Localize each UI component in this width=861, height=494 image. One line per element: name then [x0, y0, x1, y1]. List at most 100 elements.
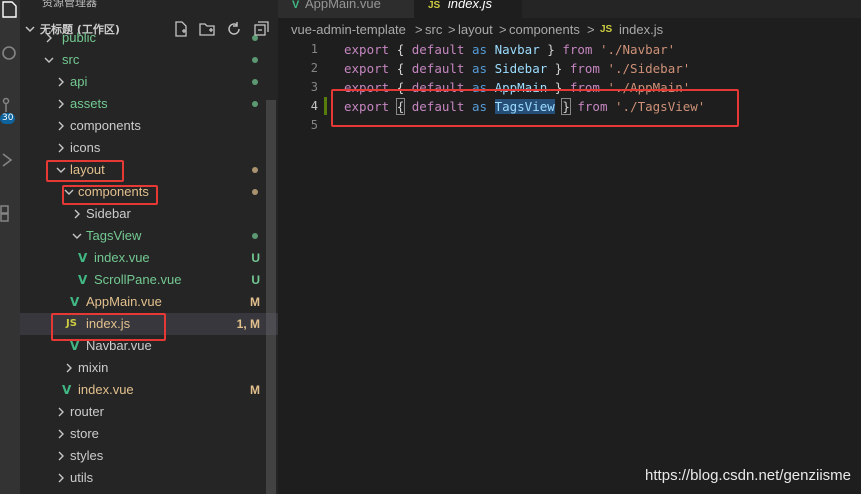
tree-item-label: utils: [70, 470, 94, 485]
chevron-down-icon: [64, 189, 74, 195]
tree-file-appmain-vue[interactable]: V AppMain.vue M: [20, 291, 278, 313]
chevron-right-icon: [74, 209, 80, 219]
tree-folder-layout[interactable]: layout: [20, 159, 278, 181]
tree-item-label: layout: [70, 162, 105, 177]
tree-item-label: index.vue: [94, 250, 150, 265]
breadcrumb-item[interactable]: layout: [458, 22, 493, 37]
tree-folder-store[interactable]: store: [20, 423, 278, 445]
git-status-dot: [252, 79, 258, 85]
tree-item-label: ScrollPane.vue: [94, 272, 182, 287]
chevron-right-icon: [58, 451, 64, 461]
source-control-badge: 30: [0, 113, 16, 124]
code-line[interactable]: export { default as AppMain } from './Ap…: [344, 80, 690, 95]
breadcrumb-item[interactable]: vue-admin-template: [291, 22, 406, 37]
vue-file-icon: V: [78, 273, 88, 287]
tree-folder-tagsview[interactable]: TagsView: [20, 225, 278, 247]
breadcrumb-item[interactable]: components: [509, 22, 580, 37]
tree-file-index-js[interactable]: JS index.js 1, M: [20, 313, 278, 335]
breadcrumb-separator: >: [415, 22, 423, 37]
tree-item-label: components: [78, 184, 149, 199]
modified-line-marker: [324, 97, 327, 115]
git-status-badge: U: [251, 251, 260, 265]
chevron-right-icon: [58, 143, 64, 153]
js-file-icon: JS: [428, 0, 441, 11]
git-status-dot: [252, 233, 258, 239]
chevron-right-icon: [58, 407, 64, 417]
vue-file-icon: V: [62, 383, 72, 397]
tree-folder-src[interactable]: src: [20, 49, 278, 71]
line-number: 1: [310, 42, 318, 56]
line-number: 2: [310, 61, 318, 75]
search-icon[interactable]: [0, 44, 20, 66]
git-status-dot: [252, 101, 258, 107]
chevron-right-icon: [58, 429, 64, 439]
tree-folder-components[interactable]: components: [20, 181, 278, 203]
tree-item-label: api: [70, 74, 88, 89]
tree-folder-styles[interactable]: styles: [20, 445, 278, 467]
chevron-down-icon: [56, 167, 66, 173]
git-status-badge: 1, M: [236, 317, 260, 331]
vue-file-icon: V: [292, 0, 300, 11]
tree-folder-public[interactable]: public: [20, 27, 278, 49]
run-debug-icon[interactable]: [0, 150, 20, 172]
tree-folder-icons[interactable]: icons: [20, 137, 278, 159]
explorer-title: 资源管理器: [42, 0, 97, 9]
editor-tabs: V AppMain.vue JS index.js: [278, 0, 861, 18]
tab-label: index.js: [447, 0, 492, 11]
tree-item-label: icons: [70, 140, 101, 155]
vue-file-icon: V: [70, 295, 80, 309]
tree-item-label: AppMain.vue: [86, 294, 162, 309]
tab-label: AppMain.vue: [304, 0, 381, 11]
code-editor[interactable]: 1 2 3 4 5 export { default as Navbar } from …: [278, 42, 861, 494]
chevron-right-icon: [58, 99, 64, 109]
chevron-right-icon: [46, 33, 52, 43]
tab-index-js[interactable]: JS index.js: [414, 0, 522, 18]
tree-item-label: TagsView: [86, 228, 142, 243]
tree-item-label: styles: [70, 448, 104, 463]
git-status-badge: U: [251, 273, 260, 287]
chevron-right-icon: [58, 121, 64, 131]
breadcrumb-file[interactable]: index.js: [619, 22, 663, 37]
vue-file-icon: V: [70, 339, 80, 353]
chevron-right-icon: [66, 363, 72, 373]
tree-folder-mixin[interactable]: mixin: [20, 357, 278, 379]
tree-file-index-vue[interactable]: Vindex.vue M: [20, 379, 278, 401]
git-status-badge: M: [250, 295, 260, 309]
code-line[interactable]: export { default as Sidebar } from './Si…: [344, 61, 690, 76]
chevron-down-icon: [44, 57, 54, 63]
tree-folder-utils[interactable]: utils: [20, 467, 278, 489]
tree-item-label: store: [70, 426, 99, 441]
activity-bar: 30: [0, 0, 20, 494]
git-status-dot: [252, 35, 258, 41]
breadcrumb-item[interactable]: src: [425, 22, 442, 37]
chevron-down-icon: [72, 233, 82, 239]
git-status-dot: [252, 167, 258, 173]
tree-folder-api[interactable]: api: [20, 71, 278, 93]
tree-item-label: components: [70, 118, 141, 133]
tree-item-label: router: [70, 404, 104, 419]
tree-folder-router[interactable]: router: [20, 401, 278, 423]
tree-item-label: index.vue: [78, 382, 134, 397]
tree-folder-assets[interactable]: assets: [20, 93, 278, 115]
explorer-sidebar: 资源管理器 无标题 (工作区) public src api assets compon…: [20, 0, 278, 494]
tree-item-label: Sidebar: [86, 206, 131, 221]
tree-item-label: mixin: [78, 360, 109, 375]
breadcrumb-separator: >: [448, 22, 456, 37]
tree-folder-components[interactable]: components: [20, 115, 278, 137]
line-number: 5: [310, 118, 318, 132]
tree-file-index-vue[interactable]: Vindex.vue U: [20, 247, 278, 269]
tree-file-scrollpane-vue[interactable]: V ScrollPane.vue U: [20, 269, 278, 291]
tree-item-label: Navbar.vue: [86, 338, 152, 353]
code-line[interactable]: export { default as Navbar } from './Nav…: [344, 42, 675, 57]
sidebar-scrollbar[interactable]: [266, 100, 276, 494]
tree-folder-sidebar[interactable]: Sidebar: [20, 203, 278, 225]
explorer-icon[interactable]: [0, 0, 20, 22]
tree-item-label: index.js: [86, 316, 131, 331]
tree-file-navbar-vue[interactable]: V Navbar.vue: [20, 335, 278, 357]
extensions-icon[interactable]: [0, 202, 20, 224]
code-line[interactable]: export { default as TagsView } from './T…: [344, 98, 705, 115]
git-status-dot: [252, 189, 258, 195]
js-file-icon: JS: [600, 24, 613, 35]
tab-appmain-vue[interactable]: V AppMain.vue: [278, 0, 414, 18]
watermark: https://blog.csdn.net/genziisme: [645, 467, 851, 484]
